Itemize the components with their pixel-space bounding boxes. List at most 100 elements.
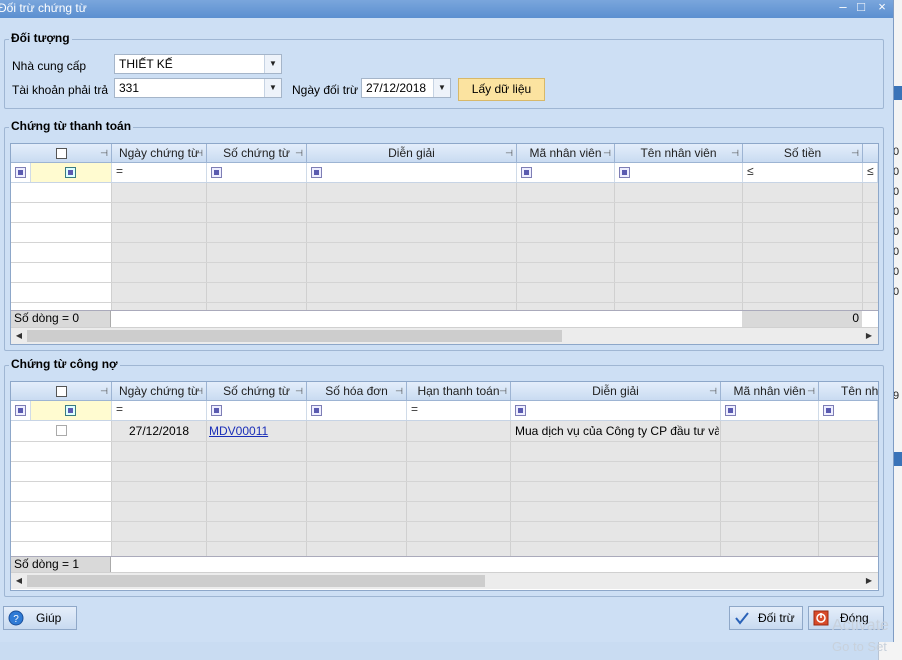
column-header[interactable]: Ngày chứng từ ⊣ <box>112 382 207 400</box>
debt-grid-body[interactable]: 27/12/2018 MDV00011 Mua dịch vụ của Công… <box>11 421 878 556</box>
scroll-left-icon[interactable]: ◀ <box>13 328 25 344</box>
column-header[interactable]: Số tiền ⊣ <box>743 144 863 162</box>
pin-icon[interactable]: ⊣ <box>100 382 108 400</box>
select-all-header[interactable]: ⊣ <box>11 382 112 400</box>
scroll-right-icon[interactable]: ▶ <box>863 573 875 589</box>
account-value: 331 <box>119 81 140 95</box>
scroll-thumb[interactable] <box>27 575 485 587</box>
select-all-checkbox[interactable] <box>55 386 67 398</box>
fetch-data-button[interactable]: Lấy dữ liệu <box>458 78 545 101</box>
help-label: Giúp <box>36 611 62 625</box>
checkmark-icon <box>735 612 749 625</box>
column-header[interactable]: Mã nhân viên ⊣ <box>517 144 615 162</box>
filter-icon[interactable] <box>15 405 26 416</box>
column-header[interactable]: Tên nhân viên ⊣ <box>615 144 743 162</box>
pin-icon[interactable]: ⊣ <box>731 144 739 162</box>
horizontal-scrollbar[interactable]: ◀ ▶ <box>11 572 878 589</box>
row-doc-link[interactable]: MDV00011 <box>209 424 268 438</box>
help-button[interactable]: ? Giúp <box>3 606 77 630</box>
column-header[interactable]: Mã nhân viên ⊣ <box>721 382 819 400</box>
horizontal-scrollbar[interactable]: ◀ ▶ <box>11 327 878 344</box>
row-description: Mua dịch vụ của Công ty CP đầu tư và... <box>515 424 719 438</box>
column-header[interactable]: Số chứng từ ⊣ <box>207 144 307 162</box>
close-window-button[interactable]: × <box>873 0 891 16</box>
filter-icon[interactable] <box>65 405 76 416</box>
supplier-value: THIẾT KẾ <box>119 57 173 71</box>
debt-grid-footer: Số dòng = 1 <box>11 556 878 573</box>
scroll-left-icon[interactable]: ◀ <box>13 573 25 589</box>
activate-watermark-sub: Go to Set <box>832 639 887 654</box>
scroll-right-icon[interactable]: ▶ <box>863 328 875 344</box>
filter-icon[interactable] <box>65 167 76 178</box>
column-header[interactable]: Ngày chứng từ ⊣ <box>112 144 207 162</box>
title-bar[interactable]: Đối trừ chứng từ – □ × <box>0 0 893 18</box>
filter-icon[interactable] <box>515 405 526 416</box>
column-header[interactable]: Tên nhâ <box>819 382 878 400</box>
filter-icon[interactable] <box>311 167 322 178</box>
supplier-label: Nhà cung cấp <box>12 59 87 73</box>
pin-icon[interactable]: ⊣ <box>709 382 717 400</box>
filter-icon[interactable] <box>823 405 834 416</box>
total-amount: 0 <box>742 311 862 327</box>
filter-operator[interactable]: ≤ <box>747 164 754 178</box>
column-header[interactable]: Hạn thanh toán ⊣ <box>407 382 511 400</box>
filter-operator[interactable]: ≤ <box>867 164 874 178</box>
filter-icon[interactable] <box>725 405 736 416</box>
pin-icon[interactable]: ⊣ <box>295 144 303 162</box>
row-date: 27/12/2018 <box>128 424 190 438</box>
filter-icon[interactable] <box>15 167 26 178</box>
pin-icon[interactable]: ⊣ <box>100 144 108 162</box>
pin-icon[interactable]: ⊣ <box>505 144 513 162</box>
pin-icon[interactable]: ⊣ <box>195 382 203 400</box>
column-header[interactable]: Diễn giải ⊣ <box>511 382 721 400</box>
minimize-button[interactable]: – <box>834 0 852 16</box>
supplier-combo[interactable]: THIẾT KẾ ▼ <box>114 54 282 74</box>
filter-row[interactable]: = = <box>11 401 878 421</box>
pin-icon[interactable]: ⊣ <box>195 144 203 162</box>
scroll-thumb[interactable] <box>27 330 562 342</box>
debt-grid[interactable]: ⊣ Ngày chứng từ ⊣ Số chứng từ ⊣ Số hóa đơn… <box>10 381 879 591</box>
account-combo[interactable]: 331 ▼ <box>114 78 282 98</box>
select-all-header[interactable]: ⊣ <box>11 144 112 162</box>
filter-icon[interactable] <box>211 405 222 416</box>
pin-icon[interactable]: ⊣ <box>851 144 859 162</box>
date-label: Ngày đối trừ <box>292 83 359 97</box>
offset-button[interactable]: Đối trừ <box>729 606 803 630</box>
row-count: Số dòng = 0 <box>11 311 111 327</box>
pin-icon[interactable]: ⊣ <box>807 382 815 400</box>
filter-icon[interactable] <box>619 167 630 178</box>
pin-icon[interactable]: ⊣ <box>499 382 507 400</box>
filter-operator[interactable]: = <box>411 402 418 416</box>
filter-operator[interactable]: = <box>116 164 123 178</box>
dialog-window: Đối trừ chứng từ – □ × Đối tượng Nhà cun… <box>0 0 894 642</box>
doi-tuong-legend: Đối tượng <box>9 31 72 45</box>
chevron-down-icon[interactable]: ▼ <box>433 79 450 97</box>
column-header[interactable]: Số hóa đơn ⊣ <box>307 382 407 400</box>
pin-icon[interactable]: ⊣ <box>395 382 403 400</box>
payment-legend: Chứng từ thanh toán <box>9 119 134 133</box>
payment-grid-body[interactable] <box>11 183 878 310</box>
row-checkbox[interactable] <box>56 425 67 436</box>
column-header[interactable] <box>863 144 878 162</box>
filter-icon[interactable] <box>521 167 532 178</box>
column-header[interactable]: Diễn giải ⊣ <box>307 144 517 162</box>
payment-grid[interactable]: ⊣ Ngày chứng từ ⊣ Số chứng từ ⊣ Diễn giải ⊣… <box>10 143 879 345</box>
date-picker[interactable]: 27/12/2018 ▼ <box>361 78 451 98</box>
pin-icon[interactable]: ⊣ <box>603 144 611 162</box>
table-row[interactable]: 27/12/2018 MDV00011 Mua dịch vụ của Công… <box>11 421 878 441</box>
doi-tuong-group <box>4 39 884 109</box>
date-value: 27/12/2018 <box>366 81 427 95</box>
row-count: Số dòng = 1 <box>11 557 111 573</box>
select-all-checkbox[interactable] <box>55 148 67 160</box>
pin-icon[interactable]: ⊣ <box>295 382 303 400</box>
filter-operator[interactable]: = <box>116 402 123 416</box>
filter-icon[interactable] <box>211 167 222 178</box>
filter-row[interactable]: = ≤ ≤ <box>11 163 878 183</box>
help-icon: ? <box>8 610 24 626</box>
filter-icon[interactable] <box>311 405 322 416</box>
debt-legend: Chứng từ công nợ <box>9 357 120 371</box>
chevron-down-icon[interactable]: ▼ <box>264 79 281 97</box>
maximize-button[interactable]: □ <box>852 0 870 16</box>
chevron-down-icon[interactable]: ▼ <box>264 55 281 73</box>
column-header[interactable]: Số chứng từ ⊣ <box>207 382 307 400</box>
